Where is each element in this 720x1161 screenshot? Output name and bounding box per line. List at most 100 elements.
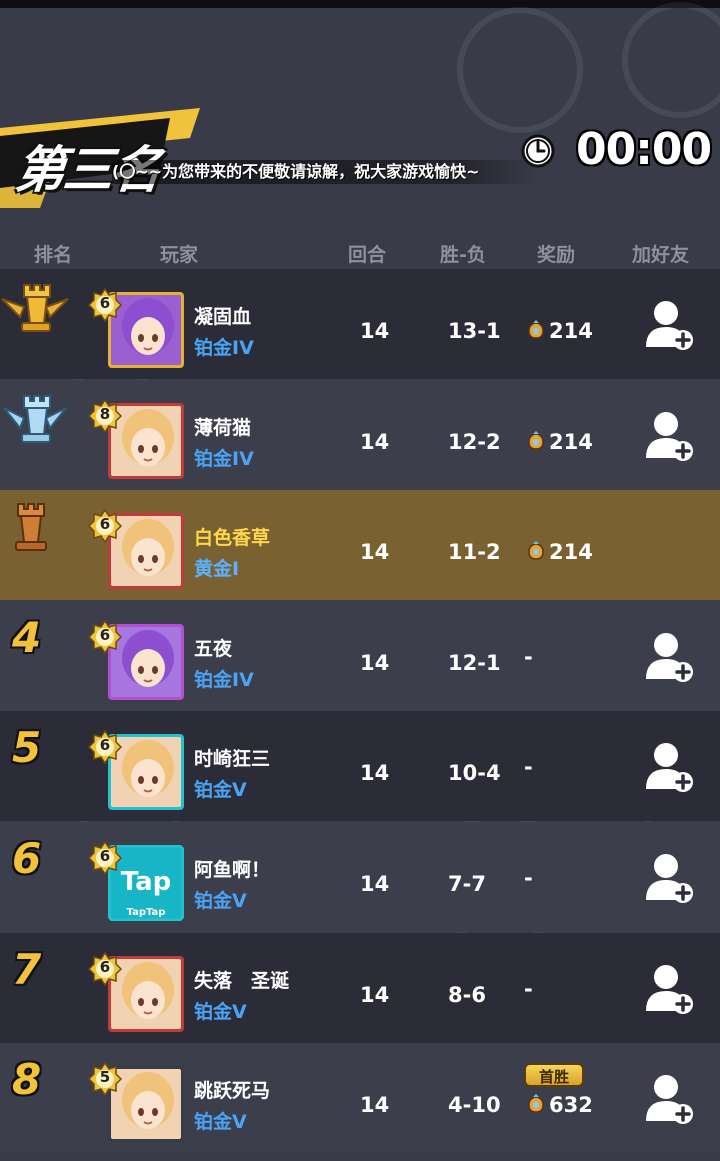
rounds-value: 14 xyxy=(360,982,390,1007)
win-loss-value: 7-7 xyxy=(448,872,486,896)
leaderboard-row: 7 6 失落 圣诞 铂金V 14 8-6 - xyxy=(0,932,720,1043)
player-name: 失落 圣诞 xyxy=(194,969,290,992)
leaderboard-row: 6 Tap TapTap 6 阿鱼啊！ 铂金V 14 7-7 - xyxy=(0,822,720,932)
rounds-value: 14 xyxy=(360,872,390,896)
top-edge-bar xyxy=(0,0,720,8)
win-loss-value: 8-6 xyxy=(448,982,486,1007)
bronze-rook-icon xyxy=(15,503,47,552)
reward-value: 214 xyxy=(525,540,593,564)
win-loss-value: 11-2 xyxy=(448,540,501,565)
rounds-value: 14 xyxy=(360,761,390,786)
col-player: 玩家 xyxy=(160,244,199,266)
rank-cell: 8 xyxy=(0,1043,70,1153)
reward-none: - xyxy=(524,976,533,1001)
leaderboard-row: 5 6 时崎狂三 铂金V 14 10-4 - xyxy=(0,711,720,822)
rank-number: 5 xyxy=(12,723,42,773)
reward-none: - xyxy=(524,755,533,780)
col-win-loss: 胜-负 xyxy=(440,244,486,266)
coin-icon xyxy=(528,430,544,450)
player-level: 6 xyxy=(99,736,111,755)
win-loss-value: 13-1 xyxy=(448,319,501,343)
player-name: 凝固血 xyxy=(194,306,252,328)
leaderboard-row: 4 6 五夜 铂金IV 14 12-1 - xyxy=(0,600,720,711)
reward-value: 214 xyxy=(525,430,593,454)
rank-number: 8 xyxy=(12,1055,42,1105)
rank-number: 4 xyxy=(12,612,42,662)
player-name: 阿鱼啊！ xyxy=(194,859,271,881)
player-name: 五夜 xyxy=(194,637,233,660)
coin-icon xyxy=(528,1094,544,1113)
win-loss-value: 12-1 xyxy=(448,650,501,675)
rounds-value: 14 xyxy=(360,540,390,565)
first-win-badge: 首胜 xyxy=(524,1063,584,1088)
gold-rook-icon xyxy=(1,284,69,332)
add-friend-icon[interactable] xyxy=(644,299,694,351)
col-reward: 奖励 xyxy=(537,244,576,266)
rounds-value: 14 xyxy=(360,1093,390,1118)
col-add-friend: 加好友 xyxy=(632,244,690,266)
player-level: 8 xyxy=(99,404,111,423)
svg-text:Tap: Tap xyxy=(121,867,172,897)
rank-cell xyxy=(0,269,70,379)
reward-none: - xyxy=(524,644,533,669)
leaderboard-row: 8 5 跳跃死马 铂金V 14 4-10 首胜 632 xyxy=(0,1043,720,1154)
player-tier: 铂金IV xyxy=(194,668,254,691)
rounds-value: 14 xyxy=(360,319,390,343)
leaderboard-row: 6 白色香草 黄金I 14 11-2 214 xyxy=(0,490,720,601)
coin-icon xyxy=(528,320,544,339)
rank-cell: 7 xyxy=(0,933,70,1043)
player-level: 6 xyxy=(99,294,111,312)
player-tier: 黄金I xyxy=(194,558,240,581)
reward-none: - xyxy=(524,866,533,890)
leaderboard-row: 8 薄荷猫 铂金IV 14 12-2 214 xyxy=(0,379,720,490)
player-level: 6 xyxy=(99,847,111,865)
player-name: 跳跃死马 xyxy=(194,1080,271,1103)
player-tier: 铂金V xyxy=(194,1000,247,1023)
reward-amount: 214 xyxy=(549,319,593,343)
countdown-timer: 00:00 xyxy=(576,124,712,175)
rounds-value: 14 xyxy=(360,650,390,675)
rank-cell xyxy=(0,490,70,600)
player-level: 6 xyxy=(99,957,111,976)
rank-cell: 4 xyxy=(0,601,70,711)
reward-amount: 632 xyxy=(549,1093,593,1118)
rank-number: 7 xyxy=(12,944,42,994)
rank-cell: 6 xyxy=(0,822,70,932)
clock-icon xyxy=(521,134,555,168)
win-loss-value: 4-10 xyxy=(448,1093,501,1118)
svg-text:TapTap: TapTap xyxy=(127,907,166,918)
rank-number: 6 xyxy=(12,834,42,883)
add-friend-icon[interactable] xyxy=(644,963,694,1015)
player-level: 5 xyxy=(99,1068,111,1087)
col-rounds: 回合 xyxy=(348,244,387,266)
add-friend-icon[interactable] xyxy=(644,741,694,793)
rank-cell xyxy=(0,380,70,490)
coin-icon xyxy=(528,541,544,560)
win-loss-value: 10-4 xyxy=(448,761,501,786)
add-friend-icon[interactable] xyxy=(644,410,694,462)
reward-value: 214 xyxy=(525,319,593,343)
reward-amount: 214 xyxy=(549,540,593,565)
win-loss-value: 12-2 xyxy=(448,429,501,454)
silver-rook-icon xyxy=(3,394,67,443)
player-tier: 铂金V xyxy=(194,779,247,802)
notice-marquee: (〇~~为您带来的不便敬请谅解，祝大家游戏愉快~ xyxy=(112,160,540,184)
player-tier: 铂金IV xyxy=(194,337,254,359)
player-level: 6 xyxy=(99,515,111,534)
player-name: 白色香草 xyxy=(194,527,271,550)
add-friend-icon[interactable] xyxy=(644,1073,694,1125)
rank-cell: 5 xyxy=(0,711,70,821)
player-tier: 铂金V xyxy=(194,1111,247,1134)
add-friend-icon[interactable] xyxy=(644,852,694,904)
reward-amount: 214 xyxy=(549,429,593,454)
player-level: 6 xyxy=(99,625,111,644)
player-name: 薄荷猫 xyxy=(194,416,252,439)
player-tier: 铂金IV xyxy=(194,447,254,470)
player-name: 时崎狂三 xyxy=(194,748,271,771)
reward-value: 632 xyxy=(525,1093,593,1117)
rounds-value: 14 xyxy=(360,429,390,454)
col-rank: 排名 xyxy=(34,244,73,266)
player-tier: 铂金V xyxy=(194,890,247,912)
add-friend-icon[interactable] xyxy=(644,631,694,683)
leaderboard-row: 6 凝固血 铂金IV 14 13-1 214 xyxy=(0,269,720,379)
